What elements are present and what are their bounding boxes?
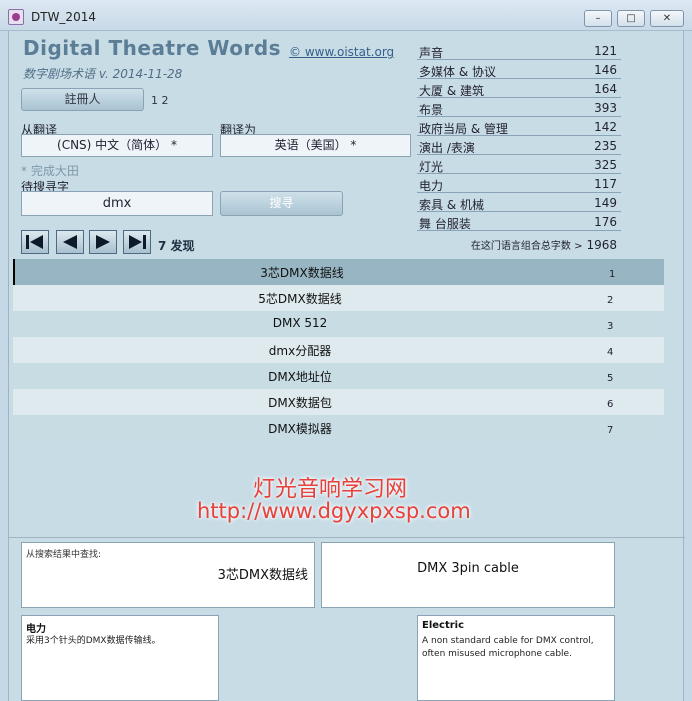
category-row[interactable]: 大厦 & 建筑 164 [417,79,621,98]
result-term: DMX 512 [272,316,328,330]
source-term: 3芯DMX数据线 [217,568,308,583]
result-term: 5芯DMX数据线 [258,292,342,306]
register-count: 1 2 [151,94,169,107]
from-language-select[interactable]: (CNS) 中文（简体） * [21,134,213,157]
app-client-area: Digital Theatre Words © www.oistat.org 数… [8,31,685,701]
category-count: 176 [594,215,617,229]
category-row[interactable]: 电力 117 [417,174,621,193]
category-count: 235 [594,139,617,153]
translated-term: DMX 3pin cable [417,561,519,576]
result-row[interactable]: DMX模拟器 7 [13,415,664,441]
category-count: 393 [594,101,617,115]
result-number: 6 [607,399,614,410]
source-term-panel: 从搜索结果中查找: 3芯DMX数据线 [21,542,315,608]
category-name: 声音 [419,46,444,60]
category-name: 布景 [419,103,444,117]
result-number: 1 [609,269,616,280]
register-button[interactable]: 註冊人 [21,88,144,111]
result-term: DMX模拟器 [268,422,332,436]
source-definition-panel: 电力 采用3个针头的DMX数据传输线。 [21,615,219,701]
result-number: 2 [607,295,614,306]
last-result-button[interactable] [123,230,151,254]
category-count: 325 [594,158,617,172]
app-subtitle: 数字剧场术语 v. 2014-11-28 [23,67,183,81]
results-list: 3芯DMX数据线 1 5芯DMX数据线 2 DMX 512 3 dmx分配器 4 DMX… [13,259,664,441]
result-term: dmx分配器 [268,344,332,358]
skip-last-icon [129,235,146,249]
result-number: 3 [607,321,614,332]
source-category: 电力 [26,624,46,635]
watermark-url: http://www.dgyxpxsp.com [197,499,471,523]
translation-definition-panel: Electric A non standard cable for DMX co… [417,615,615,701]
total-label: 在这门语言组合总字数 > [470,241,583,252]
category-name: 灯光 [419,160,444,174]
source-definition: 采用3个针头的DMX数据传输线。 [26,636,161,646]
next-icon [96,235,110,249]
source-caption: 从搜索结果中查找: [26,550,102,560]
category-count: 149 [594,196,617,210]
category-row[interactable]: 布景 393 [417,98,621,117]
target-definition: A non standard cable for DMX control, of… [422,636,594,659]
previous-result-button[interactable] [56,230,84,254]
category-count: 142 [594,120,617,134]
category-row[interactable]: 灯光 325 [417,155,621,174]
minimize-button[interactable]: – [584,10,612,27]
result-row[interactable]: dmx分配器 4 [13,337,664,363]
result-term: DMX数据包 [268,396,332,410]
search-button[interactable]: 搜寻 [220,191,343,216]
title-bar: DTW_2014 – □ ✕ [0,0,692,31]
category-count: 121 [594,44,617,58]
next-result-button[interactable] [89,230,117,254]
category-list: 声音 121 多媒体 & 协议 146 大厦 & 建筑 164 布景 393 政府当局 … [417,41,621,231]
skip-first-icon [26,235,43,249]
category-name: 大厦 & 建筑 [419,84,484,98]
translation-term-panel: DMX 3pin cable [321,542,615,608]
category-row[interactable]: 舞 台服装 176 [417,212,621,231]
search-input[interactable]: dmx [21,191,213,216]
category-count: 164 [594,82,617,96]
divider [9,537,685,538]
category-count: 146 [594,63,617,77]
result-row[interactable]: DMX地址位 5 [13,363,664,389]
maximize-button[interactable]: □ [617,10,645,27]
close-button[interactable]: ✕ [650,10,684,27]
window-title: DTW_2014 [31,10,96,24]
app-icon [8,9,24,25]
app-title: Digital Theatre Words [23,36,282,60]
result-row[interactable]: 3芯DMX数据线 1 [13,259,664,285]
category-row[interactable]: 声音 121 [417,41,621,60]
result-number: 5 [607,373,614,384]
category-name: 演出 /表演 [419,141,475,155]
previous-icon [63,235,77,249]
category-name: 舞 台服装 [419,217,471,231]
result-row[interactable]: DMX数据包 6 [13,389,664,415]
category-name: 电力 [419,179,444,193]
target-category: Electric [422,620,465,631]
result-row[interactable]: DMX 512 3 [13,311,664,337]
oistat-link[interactable]: © www.oistat.org [289,45,394,59]
first-result-button[interactable] [21,230,49,254]
category-row[interactable]: 政府当局 & 管理 142 [417,117,621,136]
result-term: 3芯DMX数据线 [260,266,344,280]
search-hint: * 完成大田 [21,164,79,178]
category-name: 政府当局 & 管理 [419,122,508,136]
to-language-select[interactable]: 英语（美国） * [220,134,411,157]
result-term: DMX地址位 [268,370,332,384]
category-count: 117 [594,177,617,191]
category-name: 索具 & 机械 [419,198,484,212]
category-row[interactable]: 多媒体 & 协议 146 [417,60,621,79]
result-row[interactable]: 5芯DMX数据线 2 [13,285,664,311]
total-value: 1968 [586,238,617,252]
result-number: 4 [607,347,614,358]
category-name: 多媒体 & 协议 [419,65,496,79]
results-found-count: 7 发现 [158,239,195,253]
total-word-count: 在这门语言组合总字数 >1968 [417,237,617,252]
result-number: 7 [607,425,614,436]
category-row[interactable]: 演出 /表演 235 [417,136,621,155]
category-row[interactable]: 索具 & 机械 149 [417,193,621,212]
